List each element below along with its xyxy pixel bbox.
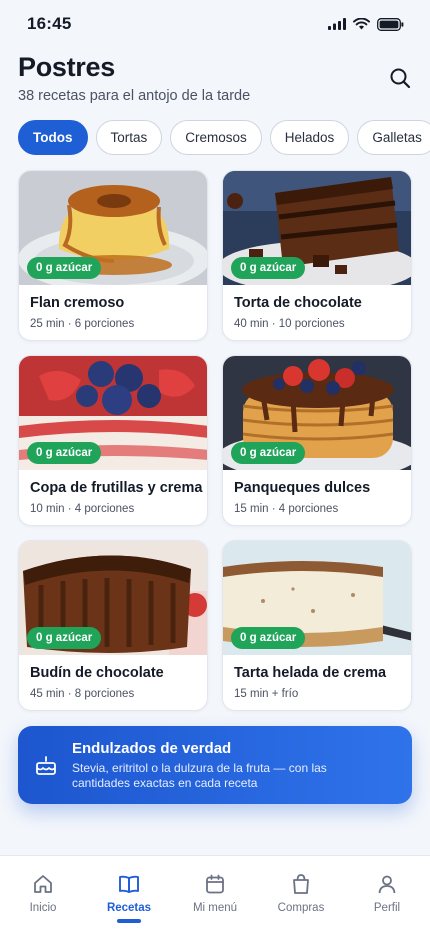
user-icon (378, 875, 396, 894)
tab-label: Recetas (106, 902, 152, 914)
recipe-card-panqueques[interactable]: 0 g azúcar Panqueques dulces 15 min · 4 … (222, 355, 412, 526)
home-icon (34, 875, 52, 893)
status-icons (328, 17, 404, 31)
promo-banner[interactable]: Endulzados de verdad Stevia, eritritol o… (18, 726, 412, 804)
active-tab-indicator (117, 919, 141, 923)
chip-galletas[interactable]: Galletas (357, 120, 430, 155)
tab-perfil[interactable]: Perfil (344, 856, 430, 930)
search-button[interactable] (388, 66, 412, 90)
recipe-meta: 10 min · 4 porciones (30, 503, 135, 515)
wifi-icon (353, 18, 370, 30)
tab-label: Inicio (29, 902, 57, 914)
search-icon (390, 68, 411, 89)
recipe-meta: 25 min · 6 porciones (30, 318, 135, 330)
tab-compras[interactable]: Compras (258, 856, 344, 930)
sugar-badge: 0 g azúcar (27, 442, 102, 464)
recipe-grid: 0 g azúcar Flan cremoso 25 min · 6 porci… (18, 170, 412, 711)
recipe-title: Panqueques dulces (234, 480, 371, 496)
tab-mi-menu[interactable]: Mi menú (172, 856, 258, 930)
book-icon (119, 875, 139, 893)
recipe-card-budin-chocolate[interactable]: 0 g azúcar Budín de chocolate 45 min · 8… (18, 540, 208, 711)
recipe-title: Tarta helada de crema (234, 665, 387, 681)
chip-helados[interactable]: Helados (269, 120, 350, 155)
chip-todos[interactable]: Todos (18, 120, 88, 155)
page-subtitle: 38 recetas para el antojo de la tarde (18, 88, 251, 104)
sugar-badge: 0 g azúcar (27, 257, 102, 279)
page-title: Postres (18, 52, 115, 82)
recipe-card-torta-chocolate[interactable]: 0 g azúcar Torta de chocolate 40 min · 1… (222, 170, 412, 341)
cake-icon (36, 756, 56, 775)
recipe-title: Torta de chocolate (234, 295, 362, 311)
recipe-meta: 40 min · 10 porciones (234, 318, 345, 330)
sugar-badge: 0 g azúcar (231, 257, 306, 279)
recipe-meta: 45 min · 8 porciones (30, 688, 135, 700)
recipe-meta: 15 min · 4 porciones (234, 503, 339, 515)
battery-icon (377, 17, 404, 31)
tab-recetas[interactable]: Recetas (86, 856, 172, 930)
page-header: Postres 38 recetas para el antojo de la … (18, 52, 412, 104)
chip-cremosos[interactable]: Cremosos (170, 120, 262, 155)
sugar-badge: 0 g azúcar (27, 627, 102, 649)
recipe-card-flan[interactable]: 0 g azúcar Flan cremoso 25 min · 6 porci… (18, 170, 208, 341)
tab-label: Perfil (373, 902, 401, 914)
status-time: 16:45 (27, 14, 72, 33)
promo-text: Stevia, eritritol o la dulzura de la fru… (72, 761, 327, 790)
sugar-badge: 0 g azúcar (231, 442, 306, 464)
tab-label: Mi menú (192, 902, 238, 914)
tab-label: Compras (277, 902, 325, 914)
recipe-title: Copa de frutillas y crema (30, 480, 203, 496)
filter-chips: Todos Tortas Cremosos Helados Galletas (18, 120, 430, 156)
chip-tortas[interactable]: Tortas (95, 120, 163, 155)
sugar-badge: 0 g azúcar (231, 627, 306, 649)
recipe-meta: 15 min + frío (234, 688, 299, 700)
promo-title: Endulzados de verdad (72, 740, 232, 757)
signal-icon (328, 18, 346, 30)
recipe-title: Flan cremoso (30, 295, 125, 311)
bottom-tab-bar: Inicio Recetas Mi menú Compras Perfil (0, 855, 430, 930)
calendar-icon (206, 874, 224, 894)
recipe-title: Budín de chocolate (30, 665, 164, 681)
recipe-card-tarta-helada[interactable]: 0 g azúcar Tarta helada de crema 15 min … (222, 540, 412, 711)
status-bar: 16:45 (0, 0, 430, 48)
recipe-card-copa-frutillas[interactable]: 0 g azúcar Copa de frutillas y crema 10 … (18, 355, 208, 526)
bag-icon (293, 874, 309, 894)
tab-inicio[interactable]: Inicio (0, 856, 86, 930)
